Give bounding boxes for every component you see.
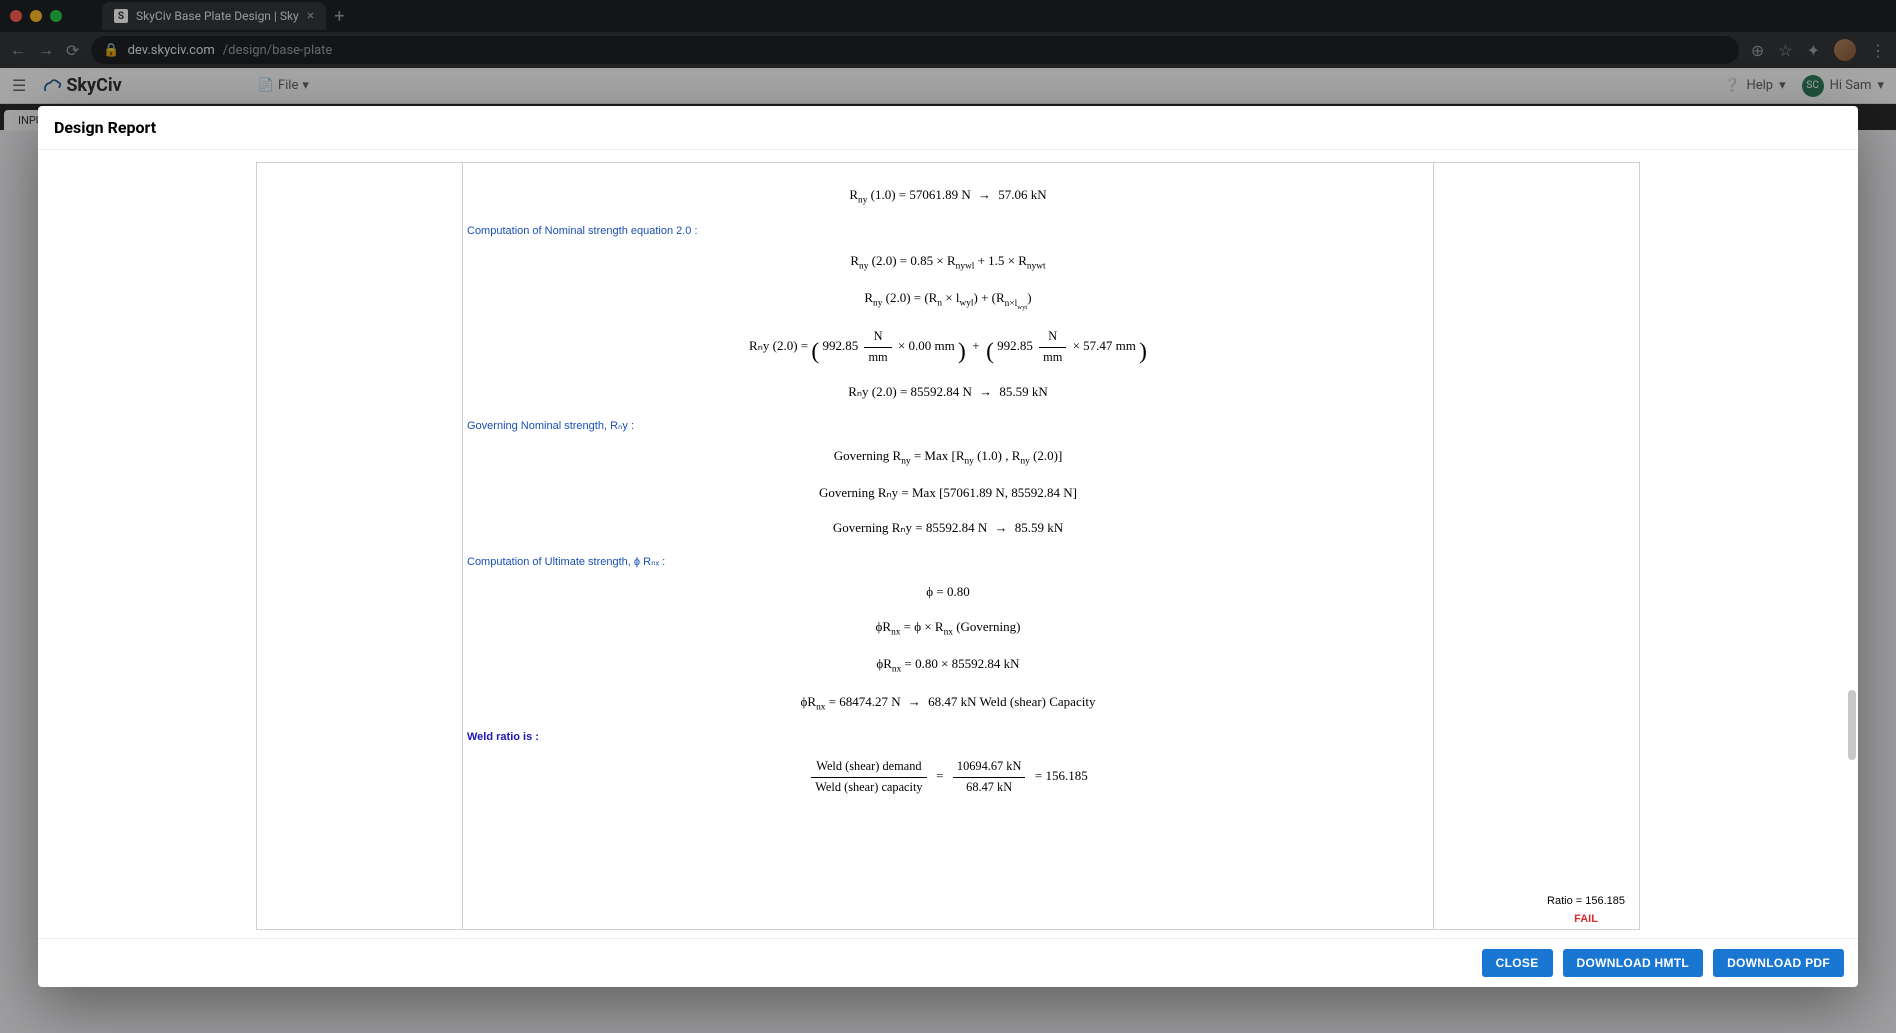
download-html-button[interactable]: DOWNLOAD HMTL (1563, 949, 1704, 977)
section-head-weld-ratio: Weld ratio is : (467, 731, 1429, 743)
equation-7: Governing Rₙy = Max [57061.89 N, 85592.8… (467, 483, 1429, 504)
ratio-value: Ratio = 156.185 (1547, 895, 1625, 907)
modal-body[interactable]: Ratio = 156.185 FAIL Rny (1.0) = 57061.8… (38, 150, 1858, 938)
report-content: Rny (1.0) = 57061.89 N → 57.06 kN Comput… (463, 163, 1433, 832)
section-head-ultimate: Computation of Ultimate strength, ϕ Rₙₓ … (467, 555, 1429, 568)
equation-6: Governing Rny = Max [Rny (1.0) , Rny (2.… (467, 446, 1429, 470)
equation-10: ϕRnx = ϕ × Rnx (Governing) (467, 617, 1429, 641)
scrollbar-thumb[interactable] (1848, 690, 1856, 760)
equation-2: Rny (2.0) = 0.85 × Rnywl + 1.5 × Rnywt (467, 251, 1429, 275)
equation-3: Rny (2.0) = (Rn × lwyl) + (Rn×lwyt) (467, 288, 1429, 313)
equation-8: Governing Rₙy = 85592.84 N → 85.59 kN (467, 518, 1429, 539)
status-fail: FAIL (1547, 913, 1625, 925)
download-pdf-button[interactable]: DOWNLOAD PDF (1713, 949, 1844, 977)
close-button[interactable]: CLOSE (1482, 949, 1553, 977)
equation-11: ϕRnx = 0.80 × 85592.84 kN (467, 654, 1429, 678)
equation-9: ϕ = 0.80 (467, 582, 1429, 603)
equation-rny-1: Rny (1.0) = 57061.89 N → 57.06 kN (467, 185, 1429, 209)
modal-footer: CLOSE DOWNLOAD HMTL DOWNLOAD PDF (38, 938, 1858, 987)
equation-ratio: Weld (shear) demand Weld (shear) capacit… (467, 757, 1429, 798)
modal-title: Design Report (38, 106, 1858, 150)
equation-12: ϕRnx = 68474.27 N → 68.47 kN Weld (shear… (467, 692, 1429, 716)
browser-window: S SkyCiv Base Plate Design | Sky × + ← →… (0, 0, 1896, 1033)
design-report-modal: Design Report Ratio = 156.185 FAIL Rny (… (38, 106, 1858, 987)
equation-4: Rₙy (2.0) = ( 992.85 Nmm × 0.00 mm ) + (… (467, 327, 1429, 368)
ratio-summary: Ratio = 156.185 FAIL (1547, 895, 1625, 925)
report-page: Ratio = 156.185 FAIL Rny (1.0) = 57061.8… (256, 162, 1640, 930)
page-right-margin: Ratio = 156.185 FAIL (1433, 163, 1639, 929)
section-head-governing: Governing Nominal strength, Rₙy : (467, 419, 1429, 432)
section-head-nominal-eq2: Computation of Nominal strength equation… (467, 225, 1429, 237)
equation-5: Rₙy (2.0) = 85592.84 N → 85.59 kN (467, 382, 1429, 403)
page-left-margin (257, 163, 463, 929)
